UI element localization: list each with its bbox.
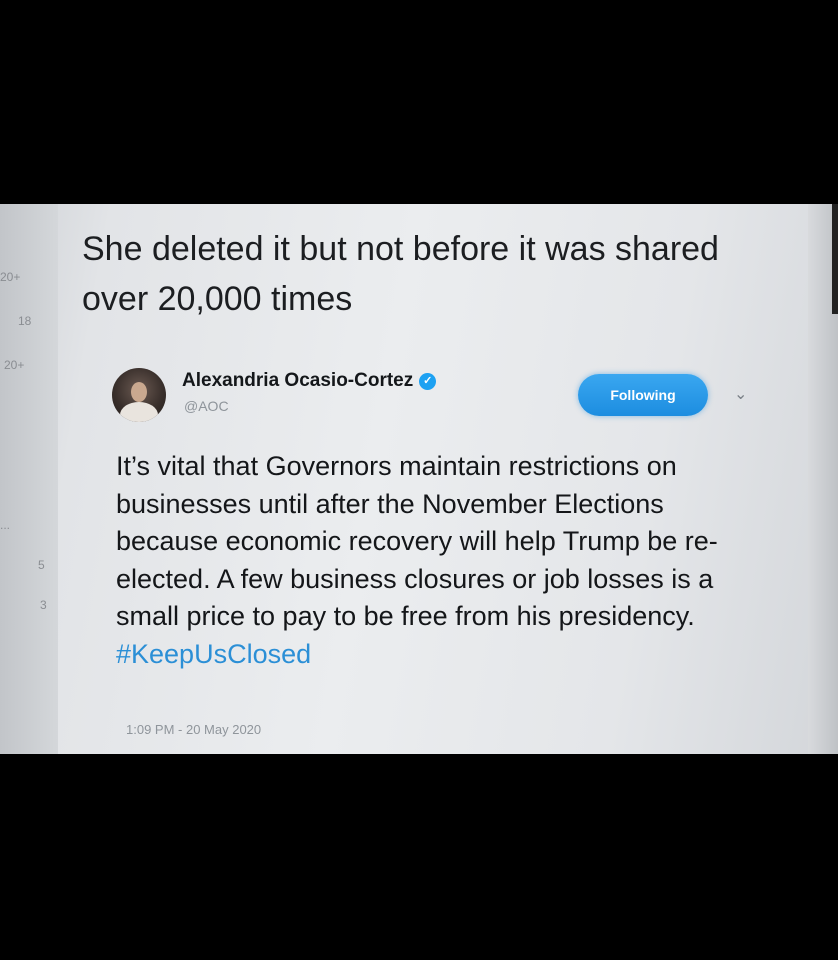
screen-right-edge: [808, 204, 838, 754]
avatar-shoulders: [120, 402, 158, 422]
embedded-tweet[interactable]: Alexandria Ocasio-Cortez ✓ @AOC Followin…: [98, 354, 778, 754]
hashtag-link[interactable]: #KeepUsClosed: [116, 639, 311, 669]
reaction-count-gutter: 20+ 18 20+ ... 5 3: [0, 204, 58, 754]
chevron-down-icon[interactable]: ⌄: [734, 384, 747, 404]
avatar-face: [131, 382, 147, 402]
tweet-timestamp[interactable]: 1:09 PM - 20 May 2020: [126, 722, 261, 737]
reaction-count: 18: [18, 314, 32, 328]
photo-frame: 20+ 18 20+ ... 5 3 She deleted it but no…: [0, 0, 838, 960]
reaction-count: 20+: [4, 358, 25, 372]
reaction-count: 3: [40, 598, 47, 612]
reaction-count: ...: [0, 518, 11, 532]
author-handle[interactable]: @AOC: [184, 398, 229, 414]
monitor-screen: 20+ 18 20+ ... 5 3 She deleted it but no…: [0, 204, 838, 754]
following-button[interactable]: Following: [578, 374, 708, 416]
screen-bezel: [832, 204, 838, 314]
author-name[interactable]: Alexandria Ocasio-Cortez: [182, 370, 413, 392]
post-caption: She deleted it but not before it was sha…: [82, 230, 719, 318]
avatar[interactable]: [112, 368, 166, 422]
reaction-count: 5: [38, 558, 45, 572]
facebook-post: She deleted it but not before it was sha…: [58, 204, 808, 754]
verified-badge-icon: ✓: [419, 372, 437, 390]
tweet-body-text: It’s vital that Governors maintain restr…: [116, 451, 718, 631]
reaction-count: 20+: [0, 270, 21, 284]
tweet-author-row: Alexandria Ocasio-Cortez ✓: [182, 370, 437, 392]
tweet-text: It’s vital that Governors maintain restr…: [116, 448, 756, 673]
